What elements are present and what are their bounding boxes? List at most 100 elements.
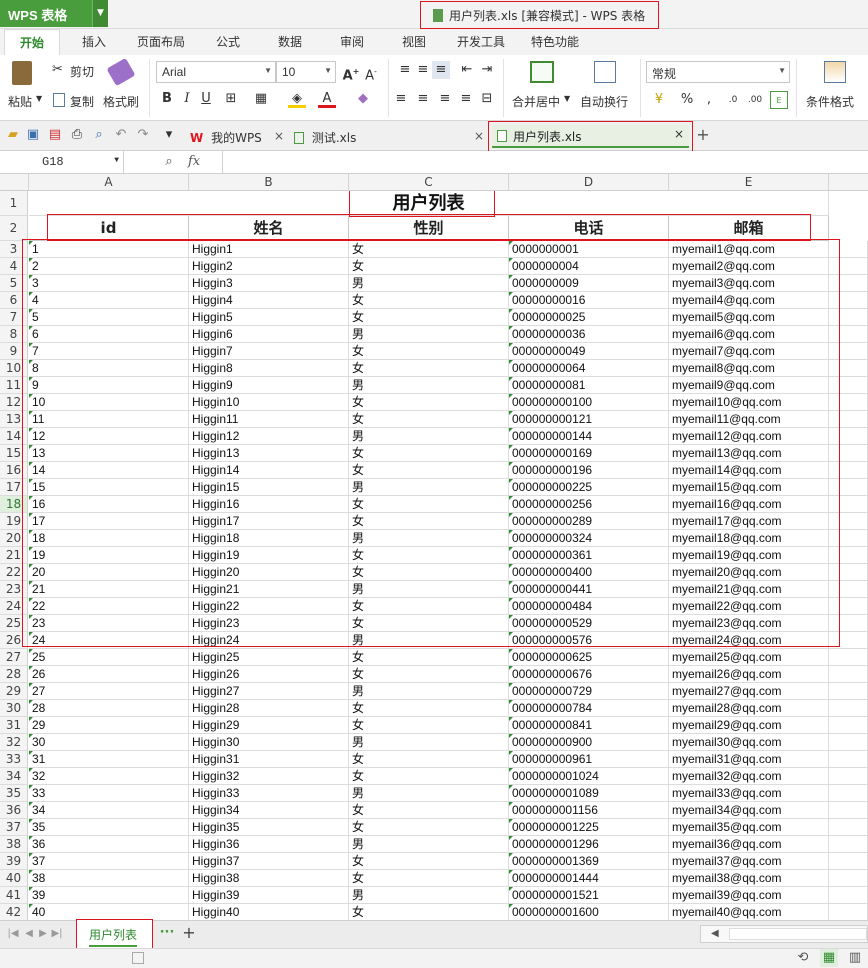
cell-gender[interactable]: 女: [349, 819, 509, 836]
bold-icon[interactable]: B: [158, 90, 176, 108]
new-tab-icon[interactable]: +: [694, 126, 712, 144]
row-header[interactable]: 11: [0, 377, 28, 394]
paste-dropdown-icon[interactable]: ▼: [36, 94, 42, 103]
empty-cell[interactable]: [829, 734, 868, 751]
tab-formulas[interactable]: 公式: [204, 29, 252, 55]
cell-id[interactable]: 5: [29, 309, 189, 326]
close-icon[interactable]: ×: [474, 129, 484, 143]
cell-email[interactable]: myemail16@qq.com: [669, 496, 829, 513]
tab-page-layout[interactable]: 页面布局: [128, 29, 194, 55]
cell-email[interactable]: myemail8@qq.com: [669, 360, 829, 377]
empty-cell[interactable]: [829, 870, 868, 887]
conditional-format-icon[interactable]: [824, 61, 846, 83]
empty-cell[interactable]: [829, 598, 868, 615]
cell-name[interactable]: Higgin3: [189, 275, 349, 292]
cell-name[interactable]: Higgin13: [189, 445, 349, 462]
save-icon[interactable]: ▣: [24, 126, 42, 144]
cell-id[interactable]: 9: [29, 377, 189, 394]
merge-center-icon[interactable]: [530, 61, 554, 83]
undo-icon[interactable]: ↶: [112, 126, 130, 144]
cell-id[interactable]: 10: [29, 394, 189, 411]
row-header[interactable]: 27: [0, 649, 28, 666]
cell-email[interactable]: myemail27@qq.com: [669, 683, 829, 700]
empty-cell[interactable]: [829, 513, 868, 530]
column-header-e[interactable]: E: [669, 174, 829, 191]
cell-email[interactable]: myemail31@qq.com: [669, 751, 829, 768]
cell-gender[interactable]: 女: [349, 615, 509, 632]
cell-phone[interactable]: 0000000001600: [509, 904, 669, 920]
cell-name[interactable]: Higgin8: [189, 360, 349, 377]
row-header[interactable]: 1: [0, 191, 28, 216]
cell-phone[interactable]: 000000000361: [509, 547, 669, 564]
cell-email[interactable]: myemail22@qq.com: [669, 598, 829, 615]
cell-phone[interactable]: 00000000064: [509, 360, 669, 377]
number-format-select[interactable]: 常规 ▼: [646, 61, 790, 83]
italic-icon[interactable]: I: [178, 90, 196, 108]
cell-name[interactable]: Higgin10: [189, 394, 349, 411]
cell-email[interactable]: myemail5@qq.com: [669, 309, 829, 326]
empty-cell[interactable]: [829, 360, 868, 377]
cell-id[interactable]: 20: [29, 564, 189, 581]
row-header[interactable]: 2: [0, 216, 28, 241]
cell-name[interactable]: Higgin12: [189, 428, 349, 445]
cell-name[interactable]: Higgin40: [189, 904, 349, 920]
clear-format-icon[interactable]: ◆: [354, 90, 372, 108]
empty-cell[interactable]: [829, 292, 868, 309]
cell-email[interactable]: myemail13@qq.com: [669, 445, 829, 462]
cell-phone[interactable]: 000000000576: [509, 632, 669, 649]
row-header[interactable]: 17: [0, 479, 28, 496]
cell-id[interactable]: 30: [29, 734, 189, 751]
empty-cell[interactable]: [829, 632, 868, 649]
cell-email[interactable]: myemail28@qq.com: [669, 700, 829, 717]
row-header[interactable]: 6: [0, 292, 28, 309]
cell-gender[interactable]: 男: [349, 326, 509, 343]
doc-tab-my-wps[interactable]: W 我的WPS ×: [190, 124, 288, 150]
cell-id[interactable]: 4: [29, 292, 189, 309]
page-layout-view-icon[interactable]: ▥: [846, 949, 864, 967]
cell-id[interactable]: 39: [29, 887, 189, 904]
tab-view[interactable]: 视图: [390, 29, 438, 55]
cell-email[interactable]: myemail34@qq.com: [669, 802, 829, 819]
cell-phone[interactable]: 0000000001369: [509, 853, 669, 870]
empty-cell[interactable]: [829, 751, 868, 768]
cell-email[interactable]: myemail17@qq.com: [669, 513, 829, 530]
cell-name[interactable]: Higgin39: [189, 887, 349, 904]
thousands-icon[interactable]: ,: [700, 91, 718, 109]
cell-email[interactable]: myemail29@qq.com: [669, 717, 829, 734]
cell-email[interactable]: myemail7@qq.com: [669, 343, 829, 360]
cell-phone[interactable]: 0000000001024: [509, 768, 669, 785]
cell-gender[interactable]: 女: [349, 241, 509, 258]
cell-id[interactable]: 29: [29, 717, 189, 734]
cell-id[interactable]: 23: [29, 615, 189, 632]
cell-id[interactable]: 26: [29, 666, 189, 683]
copy-button[interactable]: 复制: [70, 93, 94, 110]
border-icon[interactable]: ⊞: [222, 90, 240, 108]
redo-icon[interactable]: ↷: [134, 126, 152, 144]
format-painter-button[interactable]: 格式刷: [103, 93, 139, 110]
cell-name[interactable]: Higgin16: [189, 496, 349, 513]
distributed-icon[interactable]: ⊟: [478, 90, 496, 108]
align-center-icon[interactable]: ≡: [414, 90, 432, 108]
cell-id[interactable]: 6: [29, 326, 189, 343]
empty-cell[interactable]: [829, 887, 868, 904]
cell-gender[interactable]: 男: [349, 632, 509, 649]
tab-insert[interactable]: 插入: [70, 29, 118, 55]
horizontal-scrollbar[interactable]: ◀: [700, 925, 868, 943]
row-header[interactable]: 24: [0, 598, 28, 615]
increase-font-icon[interactable]: A+: [342, 63, 360, 83]
empty-cell[interactable]: [829, 258, 868, 275]
cell-id[interactable]: 31: [29, 751, 189, 768]
cell-gender[interactable]: 女: [349, 751, 509, 768]
cell-gender[interactable]: 女: [349, 547, 509, 564]
cell-id[interactable]: 18: [29, 530, 189, 547]
header-cell-name[interactable]: 姓名: [189, 216, 349, 241]
cell-name[interactable]: Higgin9: [189, 377, 349, 394]
cell-gender[interactable]: 女: [349, 870, 509, 887]
empty-cell[interactable]: [829, 479, 868, 496]
empty-cell[interactable]: [829, 581, 868, 598]
currency-icon[interactable]: ¥: [650, 91, 668, 109]
cell-gender[interactable]: 男: [349, 734, 509, 751]
empty-cell[interactable]: [829, 853, 868, 870]
cell-email[interactable]: myemail6@qq.com: [669, 326, 829, 343]
cell-name[interactable]: Higgin36: [189, 836, 349, 853]
